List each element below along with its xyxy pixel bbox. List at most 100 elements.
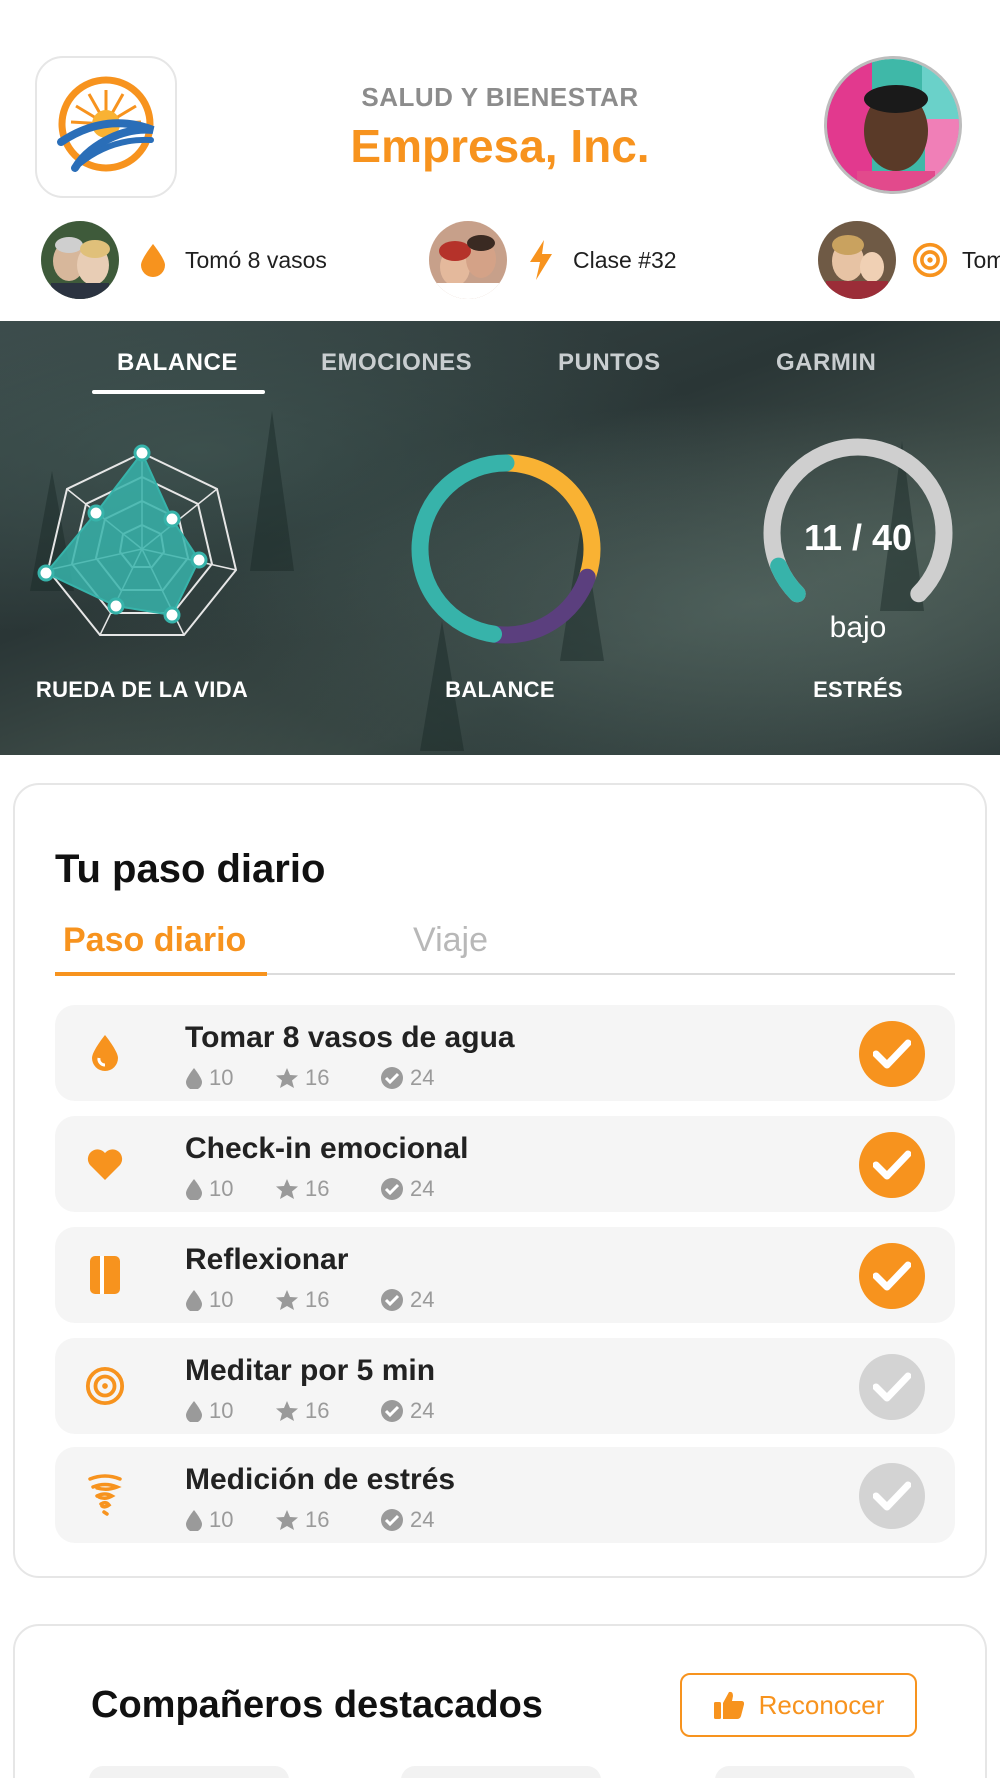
task-row[interactable]: Meditar por 5 min 10 16 24 — [55, 1338, 955, 1434]
task-title: Reflexionar — [185, 1243, 349, 1276]
wheel-label: RUEDA DE LA VIDA — [35, 677, 249, 702]
checkmark-icon — [873, 1481, 911, 1511]
check-stat-icon — [381, 1400, 403, 1422]
radar-point — [163, 606, 181, 624]
drop-stat-icon — [186, 1179, 202, 1200]
forest-background — [250, 411, 294, 571]
check-stat-icon — [381, 1289, 403, 1311]
tab-balance[interactable]: BALANCE — [117, 349, 238, 377]
task-complete-button[interactable] — [859, 1132, 925, 1198]
task-stats: 10 16 24 — [185, 1176, 505, 1202]
app-header: SALUD Y BIENESTAR Empresa, Inc. — [0, 0, 1000, 215]
featured-colleagues-card: Compañeros destacados Reconocer — [13, 1624, 987, 1778]
feed-avatar — [41, 221, 119, 299]
checkmark-icon — [873, 1372, 911, 1402]
drop-stat-icon — [186, 1401, 202, 1422]
tab-paso-diario[interactable]: Paso diario — [63, 921, 246, 960]
checkmark-icon — [873, 1039, 911, 1069]
daily-steps-card: Tu paso diario Paso diario Viaje Tomar 8… — [13, 783, 987, 1578]
stars-count: 16 — [305, 1287, 330, 1312]
task-row[interactable]: Check-in emocional 10 16 24 — [55, 1116, 955, 1212]
user-avatar[interactable] — [824, 56, 962, 194]
colleague-card-peek[interactable] — [715, 1766, 915, 1778]
task-complete-button[interactable] — [859, 1021, 925, 1087]
donut-segment-1 — [486, 568, 596, 644]
stress-level: bajo — [829, 611, 887, 644]
wheel-of-life-radar[interactable] — [36, 443, 248, 655]
task-title: Check-in emocional — [185, 1132, 469, 1165]
heart-icon — [85, 1142, 125, 1186]
stars-count: 16 — [305, 1398, 330, 1423]
active-tab-indicator — [92, 390, 265, 394]
radar-point — [190, 551, 208, 569]
colleague-card-peek[interactable] — [89, 1766, 289, 1778]
tab-emociones[interactable]: EMOCIONES — [321, 349, 472, 377]
task-stats: 10 16 24 — [185, 1398, 505, 1424]
feed-item[interactable]: Tomó 8 vasos — [41, 220, 327, 300]
user-photo — [827, 59, 959, 191]
card-title: Compañeros destacados — [91, 1684, 543, 1726]
radar-point — [87, 504, 105, 522]
radar-point — [163, 510, 181, 528]
checkmark-icon — [873, 1150, 911, 1180]
sun-logo-icon — [57, 76, 155, 172]
checks-count: 24 — [410, 1065, 435, 1090]
task-stats: 10 16 24 — [185, 1507, 505, 1533]
target-icon — [85, 1364, 125, 1408]
radar-point — [37, 564, 55, 582]
active-subtab-indicator — [55, 972, 267, 976]
star-stat-icon — [276, 1510, 298, 1530]
stress-value: 11 / 40 — [803, 517, 913, 558]
daily-tabs: Paso diario Viaje — [55, 921, 955, 976]
header-subtitle: SALUD Y BIENESTAR — [361, 82, 639, 112]
balance-donut[interactable] — [400, 443, 612, 655]
task-row[interactable]: Tomar 8 vasos de agua 10 16 24 — [55, 1005, 955, 1101]
drops-count: 10 — [209, 1507, 234, 1532]
feed-item[interactable]: Clase #32 — [429, 220, 677, 300]
star-stat-icon — [276, 1290, 298, 1310]
balance-hero: BALANCE EMOCIONES PUNTOS GARMIN RUEDA DE… — [0, 321, 1000, 755]
recognize-label: Reconocer — [758, 1689, 885, 1720]
lightning-icon — [523, 240, 559, 280]
star-stat-icon — [276, 1401, 298, 1421]
recognize-button[interactable]: Reconocer — [680, 1673, 917, 1737]
checks-count: 24 — [410, 1176, 435, 1201]
task-complete-button[interactable] — [859, 1243, 925, 1309]
water-drop-icon — [85, 1031, 125, 1075]
company-logo — [35, 56, 177, 198]
feed-text: Tomó — [962, 246, 1000, 273]
feed-item[interactable]: Tomó — [818, 220, 1000, 300]
task-row[interactable]: Reflexionar 10 16 24 — [55, 1227, 955, 1323]
target-icon — [912, 242, 948, 278]
check-stat-icon — [381, 1067, 403, 1089]
donut-segment-0 — [499, 454, 601, 585]
drops-count: 10 — [209, 1287, 234, 1312]
feed-avatar — [429, 221, 507, 299]
donut-segment-2 — [411, 454, 515, 643]
drops-count: 10 — [209, 1398, 234, 1423]
drops-count: 10 — [209, 1065, 234, 1090]
star-stat-icon — [276, 1179, 298, 1199]
task-row[interactable]: Medición de estrés 10 16 24 — [55, 1447, 955, 1543]
company-name: Empresa, Inc. — [350, 120, 650, 172]
hero-tabs: BALANCE EMOCIONES PUNTOS GARMIN — [0, 349, 1000, 389]
task-title: Tomar 8 vasos de agua — [185, 1021, 515, 1054]
balance-label: BALANCE — [445, 677, 555, 702]
task-title: Meditar por 5 min — [185, 1354, 436, 1387]
feed-avatar — [818, 221, 896, 299]
colleague-card-peek[interactable] — [401, 1766, 601, 1778]
task-complete-button[interactable] — [859, 1463, 925, 1529]
tornado-icon — [85, 1473, 125, 1517]
checkmark-icon — [873, 1261, 911, 1291]
task-stats: 10 16 24 — [185, 1065, 505, 1091]
tab-viaje[interactable]: Viaje — [413, 921, 488, 960]
radar-point — [133, 444, 151, 462]
task-title: Medición de estrés — [185, 1463, 456, 1496]
checks-count: 24 — [410, 1398, 435, 1423]
tab-garmin[interactable]: GARMIN — [776, 349, 876, 377]
drops-count: 10 — [209, 1176, 234, 1201]
task-complete-button[interactable] — [859, 1354, 925, 1420]
feed-text: Tomó 8 vasos — [185, 246, 327, 273]
tab-puntos[interactable]: PUNTOS — [558, 349, 661, 377]
activity-feed: Tomó 8 vasos Clase #32 Tomó — [0, 220, 1000, 304]
